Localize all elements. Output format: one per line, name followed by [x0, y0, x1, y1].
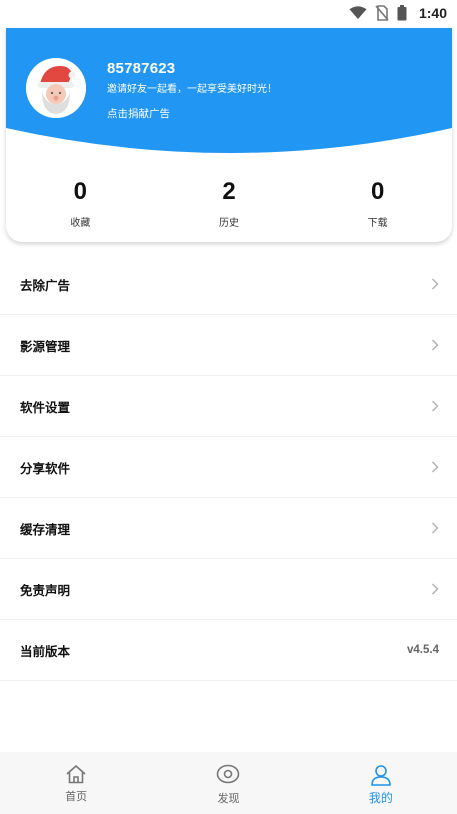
user-id: 85787623: [107, 60, 176, 77]
nav-tab-discover[interactable]: 发现: [152, 752, 304, 814]
stat-label: 历史: [219, 218, 239, 229]
chevron-right-icon: [431, 339, 439, 351]
invite-text: 邀请好友一起看，一起享受美好时光！: [107, 84, 277, 95]
wifi-icon: [349, 6, 367, 20]
menu-item-clear-cache[interactable]: 缓存清理: [0, 498, 457, 559]
settings-menu: 去除广告 影源管理 软件设置 分享软件 缓存清理 免责声明 当前版本 v4.5.…: [0, 254, 457, 681]
chevron-right-icon: [431, 278, 439, 290]
stat-value: 2: [222, 178, 236, 205]
nav-tab-mine[interactable]: 我的: [305, 752, 457, 814]
menu-item-label: 缓存清理: [20, 521, 71, 537]
stat-value: 0: [73, 178, 88, 205]
menu-item-disclaimer[interactable]: 免责声明: [0, 559, 457, 620]
eye-icon: [216, 764, 240, 784]
user-icon: [370, 764, 392, 786]
menu-item-share-app[interactable]: 分享软件: [0, 437, 457, 498]
profile-card: 85787623 邀请好友一起看，一起享受美好时光！ 点击捐献广告 0 收藏 2…: [6, 28, 452, 242]
menu-item-source-management[interactable]: 影源管理: [0, 315, 457, 376]
nav-tab-label: 我的: [368, 791, 393, 805]
battery-icon: [397, 5, 407, 21]
nav-tab-label: 首页: [65, 790, 88, 803]
version-value: v4.5.4: [407, 644, 439, 656]
chevron-right-icon: [431, 461, 439, 473]
menu-item-remove-ads[interactable]: 去除广告: [0, 254, 457, 315]
stat-label: 收藏: [70, 218, 91, 229]
bottom-nav: 首页 发现 我的: [0, 752, 457, 814]
status-time: 1:40: [418, 5, 447, 21]
stat-label: 下载: [367, 218, 388, 229]
menu-item-label: 软件设置: [20, 399, 71, 415]
home-icon: [65, 764, 87, 784]
santa-avatar-icon: [26, 58, 86, 118]
stats-row: 0 收藏 2 历史 0 下载: [6, 178, 452, 234]
avatar[interactable]: [26, 58, 86, 118]
menu-item-label: 影源管理: [20, 338, 71, 354]
nav-tab-label: 发现: [217, 792, 240, 805]
no-sim-icon: [375, 5, 389, 21]
menu-item-label: 去除广告: [20, 277, 71, 293]
stat-downloads[interactable]: 0 下载: [303, 178, 452, 234]
chevron-right-icon: [431, 522, 439, 534]
menu-item-version[interactable]: 当前版本 v4.5.4: [0, 620, 457, 681]
stat-value: 0: [371, 178, 385, 205]
menu-item-label: 免责声明: [20, 582, 71, 598]
chevron-right-icon: [431, 400, 439, 412]
chevron-right-icon: [431, 583, 439, 595]
menu-item-app-settings[interactable]: 软件设置: [0, 376, 457, 437]
stat-favorites[interactable]: 0 收藏: [6, 178, 155, 234]
status-bar: 1:40: [0, 0, 457, 26]
menu-item-label: 分享软件: [20, 460, 71, 476]
donate-ad-link[interactable]: 点击捐献广告: [107, 106, 170, 121]
nav-tab-home[interactable]: 首页: [0, 752, 152, 814]
stat-history[interactable]: 2 历史: [155, 178, 304, 234]
menu-item-label: 当前版本: [20, 643, 71, 659]
